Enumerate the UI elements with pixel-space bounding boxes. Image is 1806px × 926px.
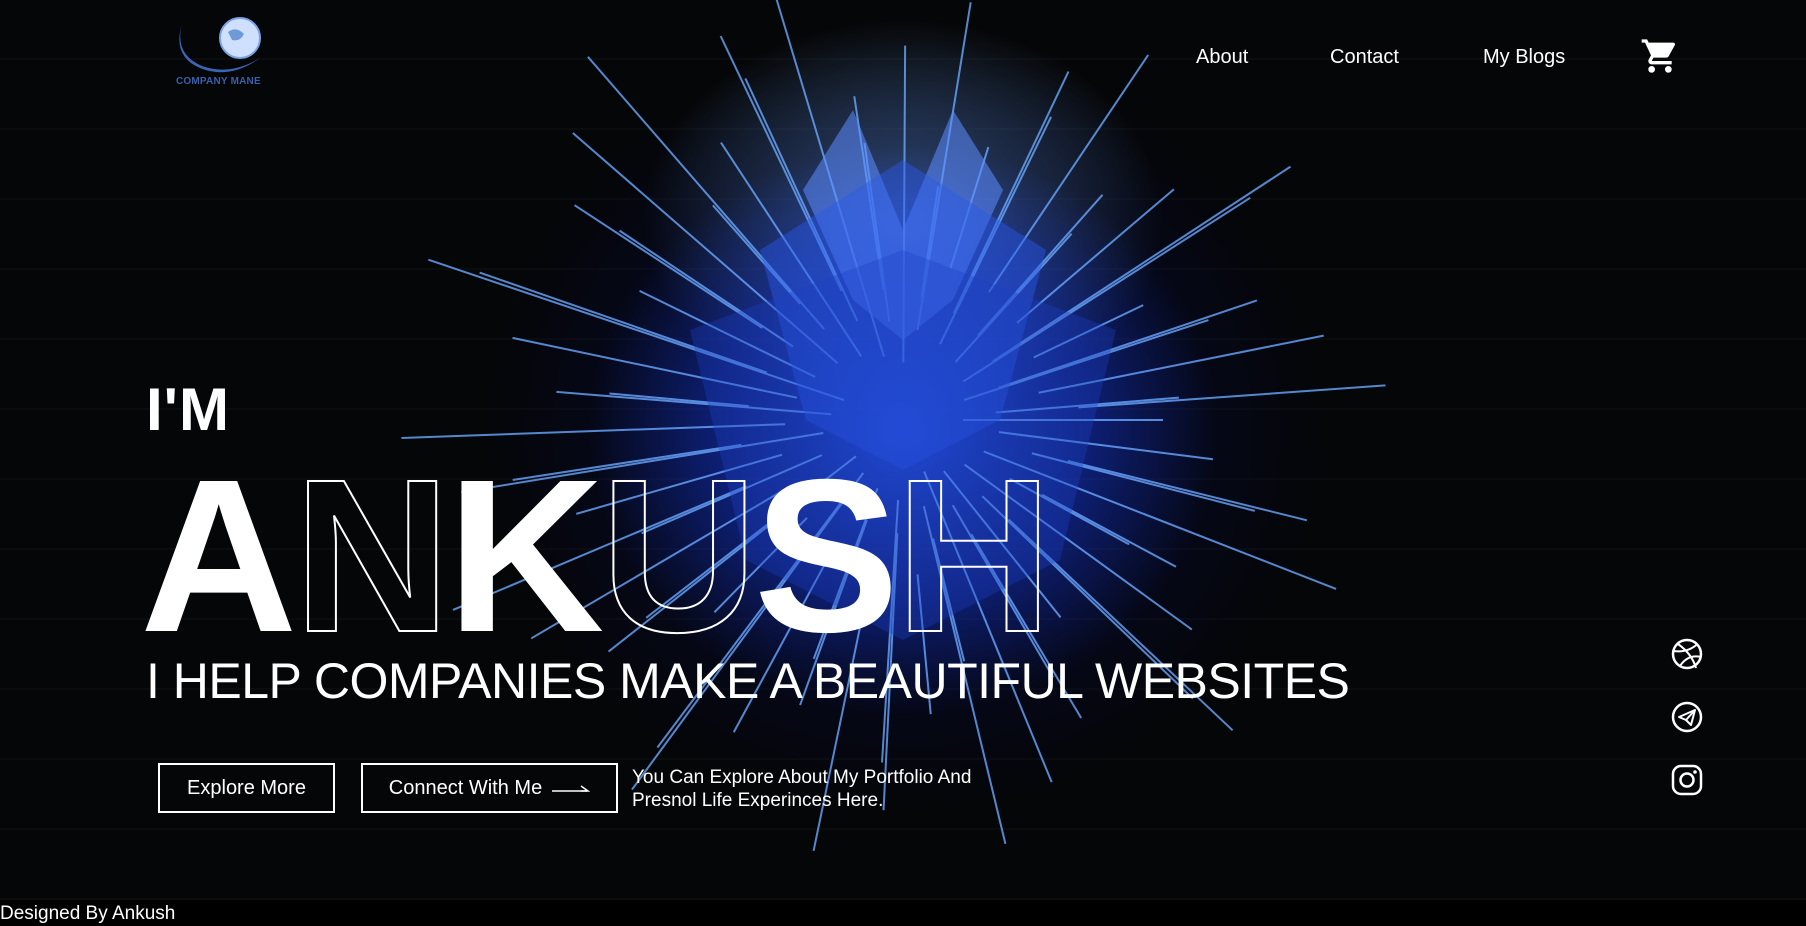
connect-with-me-button[interactable]: Connect With Me [361,763,618,813]
name-letter-s: S [753,435,899,678]
footer-credit: Designed By Ankush [0,903,176,925]
hero-tagline: I HELP COMPANIES MAKE A BEAUTIFUL WEBSIT… [146,653,1350,709]
instagram-icon[interactable] [1670,763,1704,797]
name-letter-k: K [446,435,604,678]
nav-about[interactable]: About [1196,46,1248,69]
art-spike [1067,459,1308,522]
cart-icon[interactable] [1640,36,1680,76]
hero-blurb: You Can Explore About My Portfolio And P… [632,767,972,811]
name-letter-u: U [599,435,758,678]
telegram-icon[interactable] [1670,700,1704,734]
logo-text: COMPANY MANE [176,76,261,87]
explore-more-label: Explore More [187,776,306,799]
name-letter-n: N [292,435,451,678]
dribbble-icon[interactable] [1670,637,1704,671]
art-spike [573,204,763,329]
arrow-right-icon [552,785,591,792]
intro-text: I'M [146,376,230,443]
nav-contact[interactable]: Contact [1330,46,1399,69]
connect-with-me-label: Connect With Me [388,776,543,799]
explore-more-button[interactable]: Explore More [158,763,335,813]
name-letter-h: H [894,435,1053,678]
hero-name: ANKUSH [140,447,1054,667]
art-spike [1078,384,1386,409]
name-letter-a: A [140,435,297,678]
nav-my-blogs[interactable]: My Blogs [1483,46,1565,69]
